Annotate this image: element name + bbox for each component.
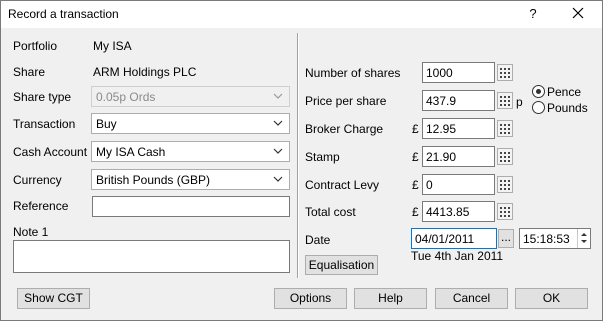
total-cost-label: Total cost: [305, 205, 356, 219]
currency-value: British Pounds (GBP): [96, 173, 211, 187]
pence-radio-label: Pence: [547, 85, 582, 99]
time-spinner[interactable]: [577, 229, 590, 248]
calculator-icon: [500, 207, 510, 217]
chevron-down-icon: [273, 120, 283, 126]
close-button[interactable]: [564, 2, 592, 26]
levy-calculator-button[interactable]: [497, 176, 513, 193]
calculator-icon: [500, 96, 510, 106]
date-input[interactable]: 04/01/2011: [411, 228, 497, 249]
column-divider: [297, 33, 299, 278]
pounds-radio-label: Pounds: [547, 101, 588, 115]
cancel-button[interactable]: Cancel: [435, 288, 508, 309]
share-value: ARM Holdings PLC: [93, 65, 197, 79]
note-textarea[interactable]: [13, 240, 290, 273]
cash-account-value: My ISA Cash: [96, 145, 166, 159]
broker-charge-label: Broker Charge: [305, 122, 384, 136]
help-icon[interactable]: ?: [523, 4, 543, 24]
share-type-value: 0.05p Ords: [96, 90, 156, 104]
currency-symbol: £: [412, 178, 419, 192]
options-button[interactable]: Options: [274, 288, 347, 309]
time-value: 15:18:53: [523, 232, 570, 246]
equalisation-button[interactable]: Equalisation: [305, 255, 378, 275]
portfolio-value: My ISA: [93, 39, 132, 53]
date-display: Tue 4th Jan 2011: [411, 249, 504, 263]
total-cost-input[interactable]: 4413.85: [422, 201, 495, 222]
cash-account-select[interactable]: My ISA Cash: [91, 141, 290, 162]
currency-label: Currency: [13, 173, 62, 187]
radio-selected-dot: [536, 89, 541, 94]
chevron-down-icon: [273, 176, 283, 182]
title-bar: Record a transaction ?: [1, 1, 602, 28]
price-input[interactable]: 437.9: [422, 90, 495, 111]
stamp-calculator-button[interactable]: [497, 148, 513, 165]
dialog-title: Record a transaction: [8, 7, 119, 21]
transaction-select[interactable]: Buy: [91, 113, 290, 134]
calculator-icon: [500, 180, 510, 190]
note-label: Note 1: [13, 225, 49, 239]
share-type-label: Share type: [13, 90, 72, 104]
calculator-icon: [500, 68, 510, 78]
contract-levy-label: Contract Levy: [305, 178, 380, 192]
currency-select[interactable]: British Pounds (GBP): [91, 169, 290, 190]
ok-button[interactable]: OK: [515, 288, 588, 309]
chevron-down-icon: [273, 148, 283, 154]
transaction-value: Buy: [96, 117, 117, 131]
pounds-radio[interactable]: [532, 101, 545, 114]
currency-symbol: £: [412, 122, 419, 136]
shares-input[interactable]: 1000: [422, 62, 495, 83]
date-picker-button[interactable]: ...: [498, 229, 514, 248]
time-input[interactable]: 15:18:53: [519, 228, 591, 249]
price-label: Price per share: [305, 94, 387, 108]
pence-radio[interactable]: [532, 85, 545, 98]
show-cgt-button[interactable]: Show CGT: [17, 288, 90, 309]
share-type-select: 0.05p Ords: [91, 86, 290, 107]
transaction-label: Transaction: [13, 117, 76, 131]
cash-account-label: Cash Account: [13, 145, 88, 159]
chevron-down-icon: [273, 93, 283, 99]
date-label: Date: [305, 233, 331, 247]
record-transaction-dialog: Record a transaction ? Portfolio My ISA …: [0, 0, 603, 321]
portfolio-label: Portfolio: [13, 39, 58, 53]
spinner-arrows-icon: [581, 233, 587, 243]
broker-calculator-button[interactable]: [497, 120, 513, 137]
stamp-label: Stamp: [305, 150, 340, 164]
help-button[interactable]: Help: [354, 288, 427, 309]
shares-label: Number of shares: [305, 66, 401, 80]
calculator-icon: [500, 152, 510, 162]
reference-input[interactable]: [92, 196, 290, 217]
total-calculator-button[interactable]: [497, 203, 513, 220]
contract-levy-input[interactable]: 0: [422, 174, 495, 195]
close-icon: [572, 7, 584, 19]
share-label: Share: [13, 65, 46, 79]
currency-symbol: £: [412, 150, 419, 164]
price-calculator-button[interactable]: [497, 92, 513, 109]
calculator-icon: [500, 124, 510, 134]
stamp-input[interactable]: 21.90: [422, 146, 495, 167]
broker-charge-input[interactable]: 12.95: [422, 118, 495, 139]
reference-label: Reference: [13, 199, 69, 213]
currency-symbol: £: [412, 205, 419, 219]
shares-calculator-button[interactable]: [497, 64, 513, 81]
price-unit-suffix: p: [516, 95, 523, 109]
